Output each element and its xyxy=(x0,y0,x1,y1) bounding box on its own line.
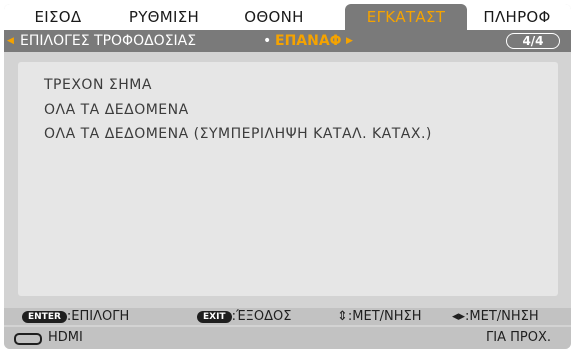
option-current-signal[interactable]: ΤΡΕΧΟΝ ΣΗΜΑ xyxy=(44,77,152,93)
breadcrumb-prev[interactable]: ΕΠΙΛΟΓΕΣ ΤΡΟΦΟΔΟΣΙΑΣ xyxy=(20,30,196,52)
tab-info[interactable]: ΠΛΗΡΟΦ xyxy=(472,4,562,30)
breadcrumb-current[interactable]: ΕΠΑΝΑΦ xyxy=(275,30,342,52)
option-all-data[interactable]: ΟΛΑ ΤΑ ΔΕΔΟΜΕΝΑ xyxy=(44,102,189,118)
leftright-nav-label: ◂▸:ΜΕΤ/ΝΗΣΗ xyxy=(452,309,539,324)
right-arrow-icon[interactable]: ▶ xyxy=(346,30,353,52)
enter-label: :ΕΠΙΛΟΓΗ xyxy=(66,309,130,324)
enter-key-icon: ENTER xyxy=(22,311,67,323)
page-indicator: 4/4 xyxy=(506,33,560,49)
breadcrumb-separator: • xyxy=(263,33,272,49)
tab-installation[interactable]: ΕΓΚΑΤΑΣΤ xyxy=(345,4,467,30)
option-all-data-including-entry-list[interactable]: ΟΛΑ ΤΑ ΔΕΔΟΜΕΝΑ (ΣΥΜΠΕΡΙΛΗΨΗ ΚΑΤΑΛ. ΚΑΤΑ… xyxy=(44,126,432,142)
projector-osd-menu: ΕΙΣΟΔ ΡΥΘΜΙΣΗ ΟΘΟΝΗ ΕΓΚΑΤΑΣΤ ΠΛΗΡΟΦ ◀ ΕΠ… xyxy=(4,4,571,349)
hdmi-icon xyxy=(14,333,42,345)
breadcrumb: ◀ ΕΠΙΛΟΓΕΣ ΤΡΟΦΟΔΟΣΙΑΣ • ΕΠΑΝΑΦ ▶ 4/4 xyxy=(4,30,571,52)
status-right-text: ΓΙΑ ΠΡΟΧ. xyxy=(486,330,551,345)
tab-input[interactable]: ΕΙΣΟΔ xyxy=(16,4,100,30)
tab-setup[interactable]: ΡΥΘΜΙΣΗ xyxy=(115,4,213,30)
reset-options-panel: ΤΡΕΧΟΝ ΣΗΜΑ ΟΛΑ ΤΑ ΔΕΔΟΜΕΝΑ ΟΛΑ ΤΑ ΔΕΔΟΜ… xyxy=(18,62,558,296)
left-arrow-icon[interactable]: ◀ xyxy=(7,30,14,52)
menu-tabs: ΕΙΣΟΔ ΡΥΘΜΙΣΗ ΟΘΟΝΗ ΕΓΚΑΤΑΣΤ ΠΛΗΡΟΦ xyxy=(4,4,571,30)
updown-nav-label: ⇕:ΜΕΤ/ΝΗΣΗ xyxy=(337,309,422,324)
exit-label: :ΈΞΟΔΟΣ xyxy=(231,309,292,324)
tab-screen[interactable]: ΟΘΟΝΗ xyxy=(225,4,323,30)
status-bar: HDMI ΓΙΑ ΠΡΟΧ. xyxy=(4,327,571,349)
input-source-label: HDMI xyxy=(48,330,83,345)
exit-key-icon: EXIT xyxy=(197,311,232,323)
help-bar: ENTER:ΕΠΙΛΟΓΗ EXIT:ΈΞΟΔΟΣ ⇕:ΜΕΤ/ΝΗΣΗ ◂▸:… xyxy=(4,308,571,325)
